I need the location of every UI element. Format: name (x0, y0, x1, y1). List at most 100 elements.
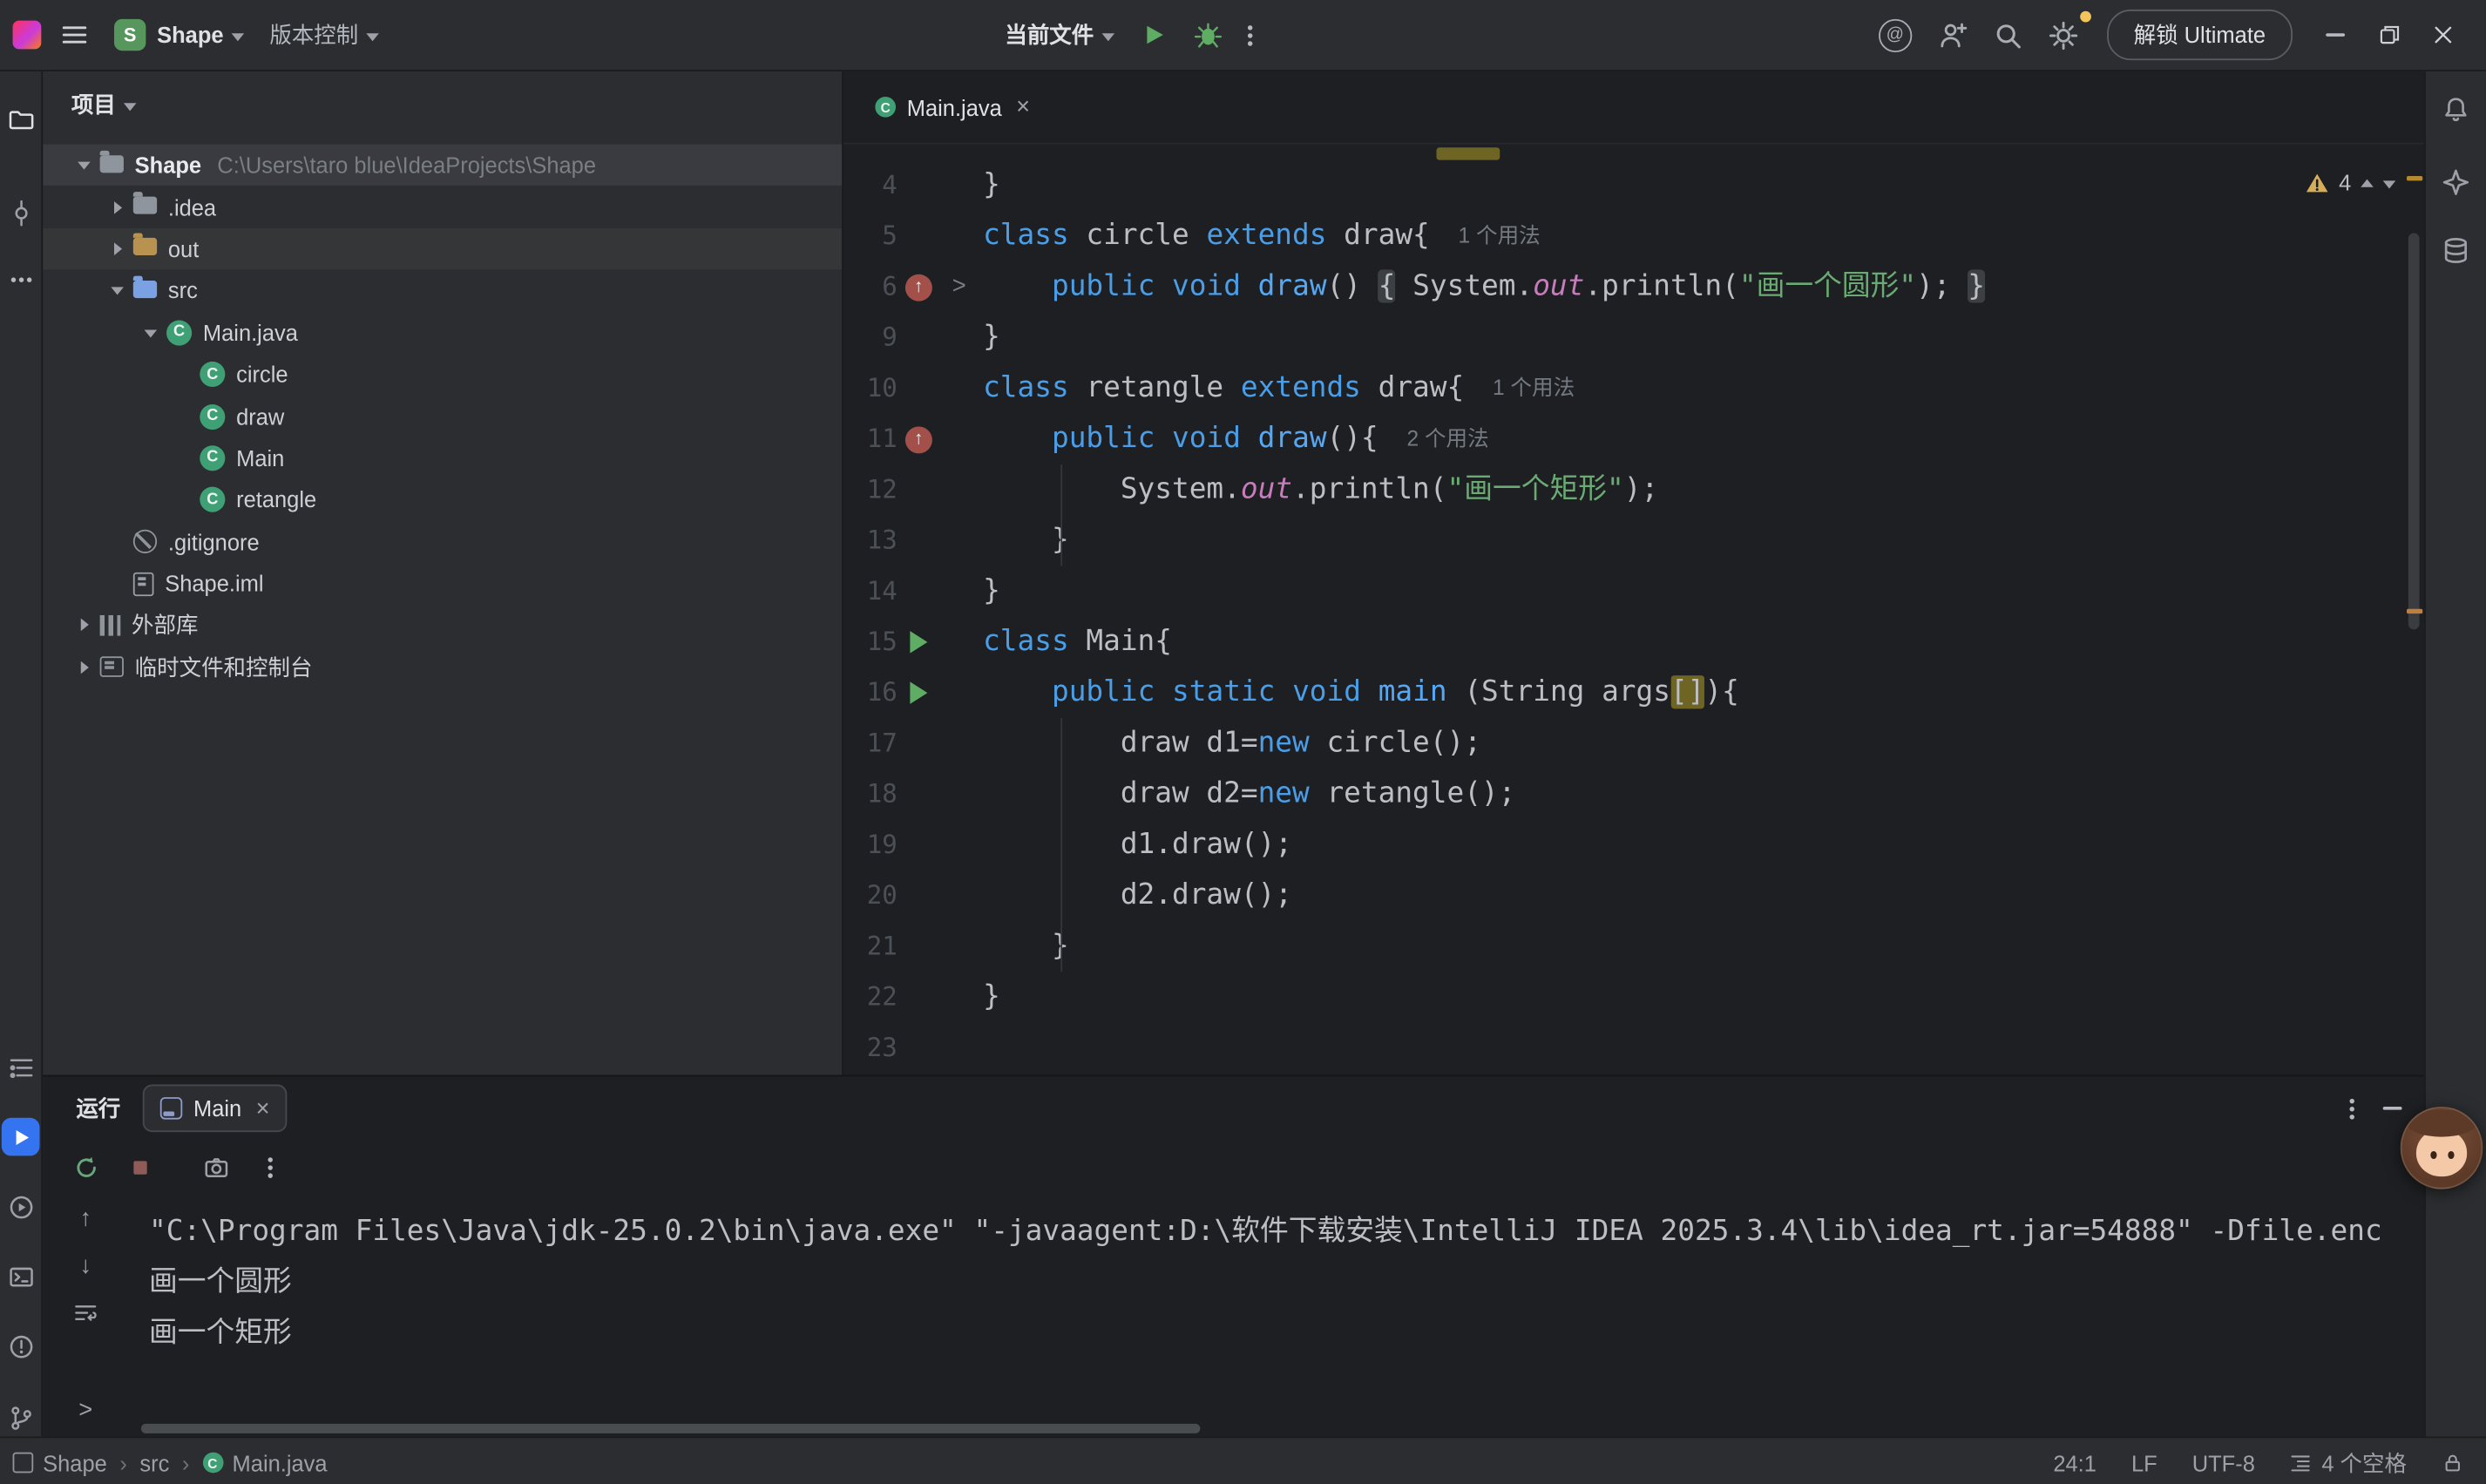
tree-row[interactable]: CMain.java (43, 312, 842, 354)
code-line[interactable]: 4} (843, 160, 2424, 211)
override-gutter[interactable]: ↑ (898, 274, 940, 301)
tree-row[interactable]: Ccircle (43, 354, 842, 396)
editor-scrollbar[interactable] (2408, 233, 2420, 629)
minimize-button[interactable] (2308, 11, 2362, 59)
tree-row[interactable]: 临时文件和控制台 (43, 647, 842, 688)
code-line[interactable]: 23 (843, 1023, 2424, 1074)
project-panel-header[interactable]: 项目 (43, 71, 842, 138)
usage-hint[interactable]: 1 个用法 (1459, 211, 1541, 261)
code-area[interactable]: 4}5class circle extends draw{1 个用法6↑> pu… (843, 145, 2424, 1075)
editor-tab-main-java[interactable]: C Main.java × (859, 80, 1046, 134)
code-line[interactable]: 16 public static void main (String args[… (843, 667, 2424, 718)
search-everywhere-button[interactable] (1980, 11, 2036, 59)
warning-stripe-mark[interactable] (2407, 609, 2422, 613)
chevron-down-icon[interactable] (101, 280, 132, 302)
down-stack-button[interactable]: ↓ (68, 1248, 103, 1283)
tree-row[interactable]: out (43, 228, 842, 270)
project-tool-button[interactable] (2, 100, 40, 139)
override-gutter[interactable]: ↑ (898, 426, 940, 453)
chevron-right-icon[interactable] (101, 200, 132, 213)
more-tool-windows-button[interactable] (2, 260, 40, 298)
ai-assistant-button[interactable] (2437, 163, 2476, 201)
previous-warning-icon[interactable] (2361, 172, 2374, 186)
warning-stripe-mark[interactable] (2407, 176, 2422, 180)
structure-tool-button[interactable] (2, 1048, 40, 1087)
tree-row[interactable]: ShapeC:\Users\taro blue\IdeaProjects\Sha… (43, 145, 842, 186)
tree-row[interactable]: .gitignore (43, 521, 842, 563)
run-more-actions[interactable] (1235, 11, 1265, 59)
debug-button[interactable] (1181, 11, 1235, 59)
run-tab-main[interactable]: Main × (143, 1085, 288, 1133)
line-separator-widget[interactable]: LF (2131, 1450, 2157, 1475)
code-line[interactable]: 12 System.out.println("画一个矩形"); (843, 464, 2424, 515)
notifications-button[interactable] (2437, 91, 2476, 129)
restore-button[interactable] (2362, 11, 2416, 59)
code-line[interactable]: 13 } (843, 515, 2424, 566)
version-control-tool-button[interactable] (2, 1399, 40, 1437)
close-button[interactable] (2416, 11, 2470, 59)
encoding-widget[interactable]: UTF-8 (2192, 1450, 2255, 1475)
code-line[interactable]: 10class retangle extends draw{1 个用法 (843, 363, 2424, 414)
fold-chevron-icon[interactable]: > (940, 261, 979, 312)
breadcrumb-item[interactable]: src (139, 1450, 169, 1475)
thread-dump-button[interactable] (195, 1146, 236, 1187)
vcs-widget[interactable]: 版本控制 (257, 11, 392, 59)
run-button[interactable] (1127, 11, 1181, 59)
chevron-right-icon[interactable] (68, 661, 99, 674)
code-line[interactable]: 22} (843, 972, 2424, 1022)
next-warning-icon[interactable] (2383, 180, 2396, 194)
close-tab-icon[interactable]: × (256, 1094, 270, 1121)
project-widget[interactable]: S Shape (101, 11, 256, 59)
commit-tool-button[interactable] (2, 193, 40, 232)
code-line[interactable]: 9} (843, 312, 2424, 363)
tree-row[interactable]: CMain (43, 437, 842, 479)
soft-wrap-button[interactable] (68, 1296, 103, 1331)
hide-tool-window-icon[interactable] (2383, 1107, 2402, 1110)
code-line[interactable]: 6↑> public void draw() { System.out.prin… (843, 261, 2424, 312)
database-button[interactable] (2437, 232, 2476, 270)
chevron-down-icon[interactable] (68, 154, 99, 176)
unlock-ultimate-button[interactable]: 解锁 Ultimate (2107, 10, 2293, 60)
assistant-avatar[interactable] (2401, 1107, 2483, 1189)
code-line[interactable]: 19 d1.draw(); (843, 820, 2424, 871)
chevron-right-icon[interactable] (101, 242, 132, 255)
code-line[interactable]: 11↑ public void draw(){2 个用法 (843, 414, 2424, 464)
breadcrumb-item[interactable]: CMain.java (202, 1450, 328, 1475)
code-line[interactable]: 21 } (843, 921, 2424, 972)
usage-hint[interactable]: 2 个用法 (1406, 414, 1488, 464)
code-line[interactable]: 5class circle extends draw{1 个用法 (843, 211, 2424, 261)
rerun-button[interactable] (65, 1146, 106, 1187)
inspections-widget[interactable]: 4 (2306, 157, 2395, 207)
code-line[interactable]: 20 d2.draw(); (843, 871, 2424, 921)
run-gutter[interactable] (898, 631, 940, 653)
usage-hint[interactable]: 1 个用法 (1493, 363, 1575, 414)
console-output[interactable]: "C:\Program Files\Java\jdk-25.0.2\bin\ja… (128, 1194, 2424, 1436)
caret-position-widget[interactable]: 24:1 (2053, 1450, 2097, 1475)
code-line[interactable]: 18 draw d2=new retangle(); (843, 769, 2424, 819)
chevron-down-icon[interactable] (135, 322, 166, 343)
indent-widget[interactable]: 4 个空格 (2290, 1447, 2407, 1478)
problems-tool-button[interactable] (2, 1327, 40, 1365)
console-more-actions[interactable] (249, 1146, 290, 1187)
main-menu-button[interactable] (48, 11, 102, 59)
terminal-tool-button[interactable] (2, 1257, 40, 1296)
code-line[interactable]: 17 draw d1=new circle(); (843, 718, 2424, 769)
invite-user-button[interactable] (1924, 11, 1980, 59)
run-tool-button[interactable] (2, 1118, 40, 1156)
services-tool-button[interactable] (2, 1188, 40, 1226)
close-tab-icon[interactable]: × (1016, 93, 1030, 120)
console-horizontal-scrollbar[interactable] (141, 1424, 1200, 1433)
code-line[interactable]: 15class Main{ (843, 617, 2424, 667)
tree-row[interactable]: 外部库 (43, 605, 842, 647)
up-stack-button[interactable]: ↑ (68, 1200, 103, 1235)
kebab-icon[interactable] (2349, 1106, 2354, 1110)
tree-row[interactable]: Cretangle (43, 479, 842, 521)
code-line[interactable]: 14} (843, 566, 2424, 617)
tree-row[interactable]: src (43, 270, 842, 312)
stop-button[interactable] (119, 1146, 159, 1187)
readonly-toggle[interactable] (2442, 1452, 2463, 1474)
code-with-me-button[interactable]: @ (1866, 11, 1924, 59)
tree-row[interactable]: .idea (43, 186, 842, 228)
breadcrumb-item[interactable]: Shape (13, 1450, 107, 1475)
tree-row[interactable]: Shape.iml (43, 563, 842, 605)
